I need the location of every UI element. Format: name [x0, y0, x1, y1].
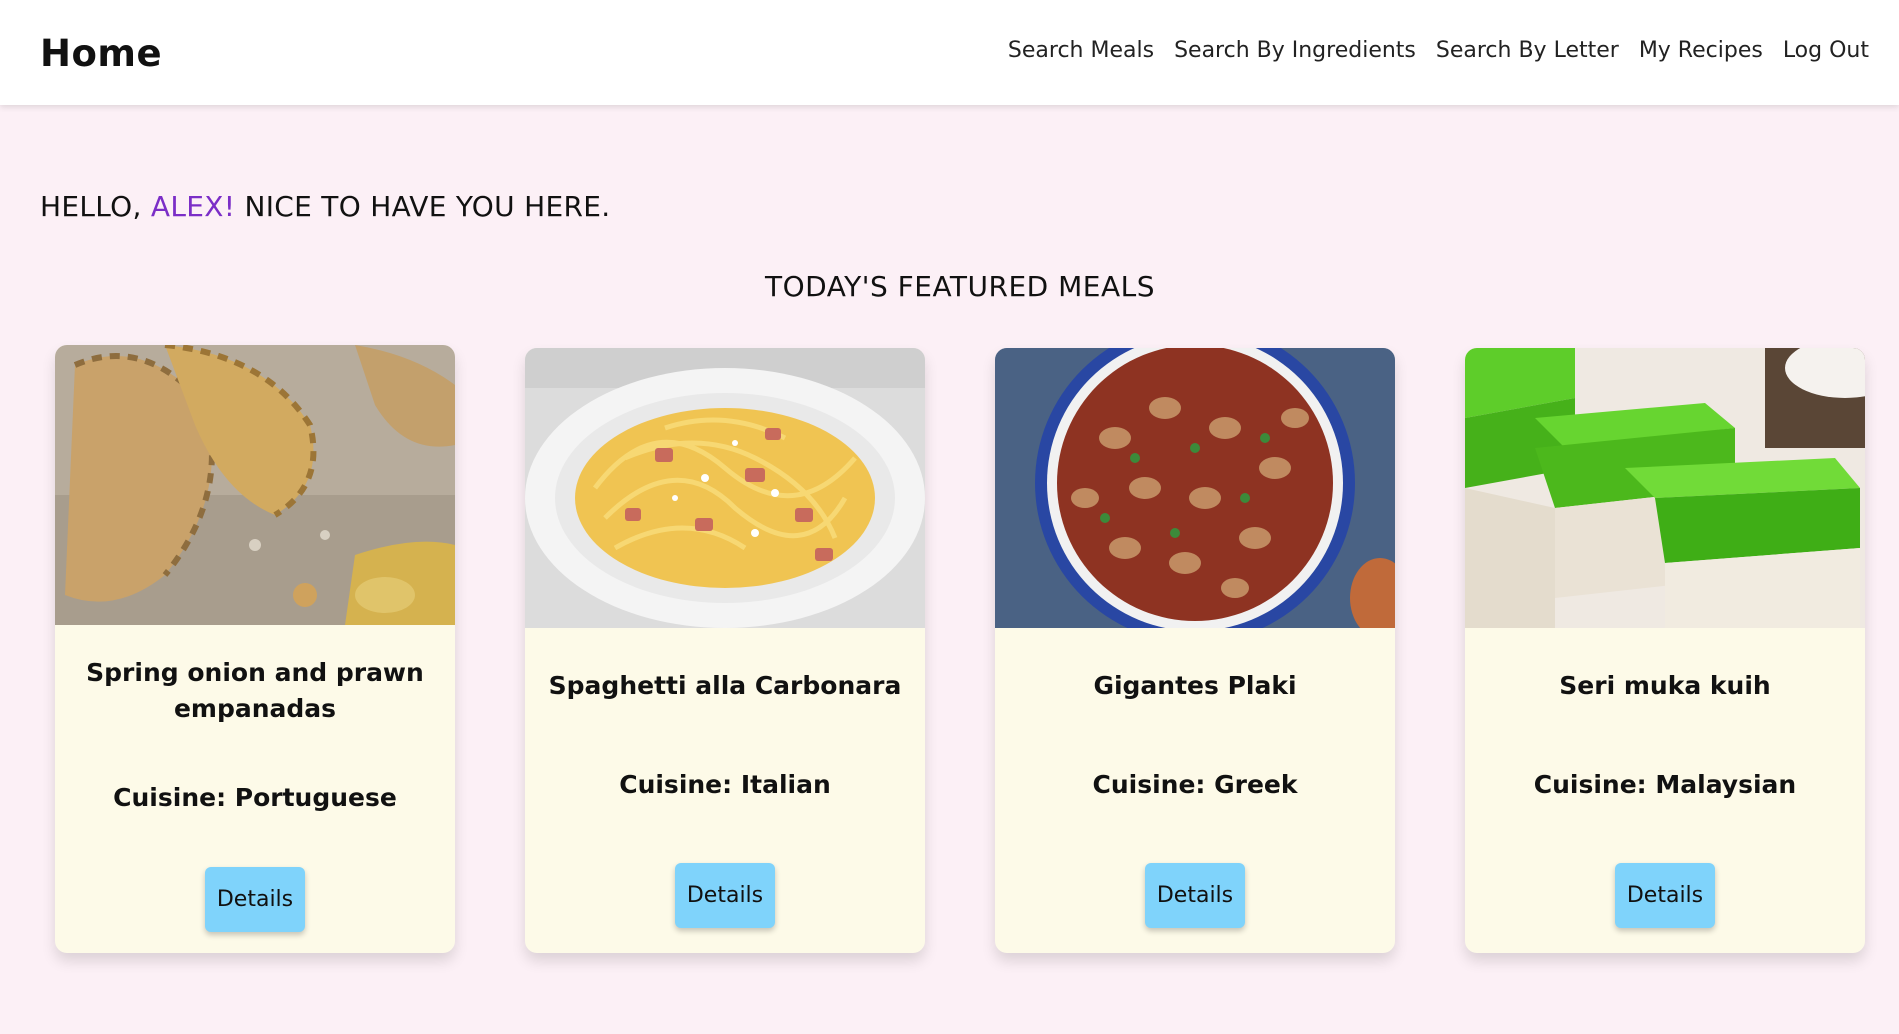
greeting-prefix: HELLO,	[40, 190, 142, 223]
details-button[interactable]: Details	[1615, 863, 1715, 928]
meal-name: Seri muka kuih	[1559, 671, 1771, 700]
meal-image-seri-muka-kuih[interactable]	[1465, 348, 1865, 628]
user-name: ALEX!	[150, 190, 236, 223]
details-button[interactable]: Details	[205, 867, 305, 932]
nav-links: Search Meals Search By Ingredients Searc…	[1008, 38, 1869, 63]
meal-name: Gigantes Plaki	[1093, 671, 1297, 700]
nav-search-by-ingredients[interactable]: Search By Ingredients	[1174, 38, 1416, 63]
details-button[interactable]: Details	[1145, 863, 1245, 928]
greeting-message: HELLO, ALEX! NICE TO HAVE YOU HERE.	[40, 190, 610, 223]
meal-image-gigantes-plaki[interactable]	[995, 348, 1395, 628]
meal-card: Seri muka kuih Cuisine: Malaysian Detail…	[1465, 348, 1865, 953]
meal-cuisine: Cuisine: Italian	[619, 770, 831, 799]
meal-card: Gigantes Plaki Cuisine: Greek Details	[995, 348, 1395, 953]
meal-name: Spaghetti alla Carbonara	[548, 671, 902, 700]
meal-image-empanadas[interactable]	[55, 345, 455, 625]
featured-meals-heading: TODAY'S FEATURED MEALS	[764, 270, 1156, 303]
nav-search-meals[interactable]: Search Meals	[1008, 38, 1154, 63]
nav-my-recipes[interactable]: My Recipes	[1639, 38, 1763, 63]
nav-log-out[interactable]: Log Out	[1783, 38, 1869, 63]
meal-cuisine: Cuisine: Portuguese	[113, 783, 397, 812]
meal-name: Spring onion and prawn empanadas	[86, 658, 424, 723]
greeting-suffix: NICE TO HAVE YOU HERE.	[244, 190, 611, 223]
page-title[interactable]: Home	[40, 32, 162, 75]
meal-cuisine: Cuisine: Malaysian	[1533, 770, 1797, 799]
nav-search-by-letter[interactable]: Search By Letter	[1436, 38, 1619, 63]
meal-card: Spring onion and prawn empanadas Cuisine…	[55, 345, 455, 953]
details-button[interactable]: Details	[675, 863, 775, 928]
top-navbar: Home Search Meals Search By Ingredients …	[0, 0, 1899, 105]
meal-image-carbonara[interactable]	[525, 348, 925, 628]
meal-card: Spaghetti alla Carbonara Cuisine: Italia…	[525, 348, 925, 953]
meal-cuisine: Cuisine: Greek	[1092, 770, 1298, 799]
